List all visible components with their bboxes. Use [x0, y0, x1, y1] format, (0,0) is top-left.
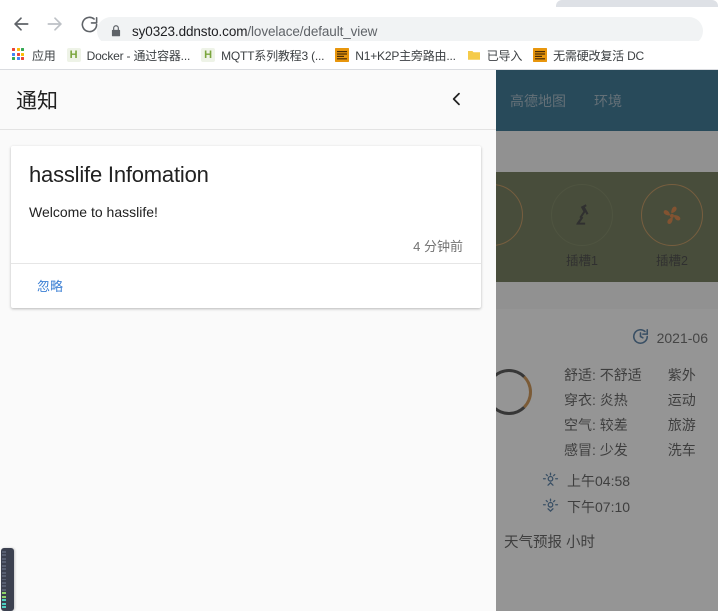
bookmark-n1k2p[interactable]: N1+K2P主旁路由...: [331, 44, 462, 66]
notification-card: hasslife Infomation Welcome to hasslife!…: [11, 146, 481, 308]
back-arrow-icon: [11, 14, 31, 34]
drawer-header: 通知: [0, 70, 496, 130]
url-text: sy0323.ddnsto.com/lovelace/default_view: [132, 24, 377, 39]
bookmark-label: Docker - 通过容器...: [86, 48, 191, 63]
bookmark-docker[interactable]: H Docker - 通过容器...: [63, 44, 197, 66]
drawer-title: 通知: [16, 89, 58, 113]
notification-body: hasslife Infomation Welcome to hasslife!…: [11, 146, 481, 263]
lock-icon: [109, 24, 123, 38]
url-host: sy0323.ddnsto.com: [132, 23, 248, 39]
modal-scrim[interactable]: [496, 70, 718, 611]
browser-tab[interactable]: [556, 0, 718, 7]
bookmarks-bar: 应用 H Docker - 通过容器... H MQTT系列教程3 (... N…: [0, 41, 718, 69]
bookmark-imported-folder[interactable]: 已导入: [463, 44, 529, 66]
hass-h-icon: H: [66, 48, 81, 62]
bookmark-label: 应用: [32, 48, 56, 63]
site-thumb-icon: [335, 48, 350, 62]
dismiss-button[interactable]: 忽略: [29, 276, 71, 295]
forward-button[interactable]: [38, 7, 72, 41]
notification-timestamp: 4 分钟前: [413, 239, 463, 254]
notification-drawer: 通知 hasslife Infomation Welcome to hassli…: [0, 70, 496, 611]
notification-title: hasslife Infomation: [29, 162, 209, 187]
site-thumb-icon: [533, 48, 548, 62]
forward-arrow-icon: [45, 14, 65, 34]
bookmark-dc[interactable]: 无需硬改复活 DC: [529, 44, 651, 66]
bookmark-mqtt[interactable]: H MQTT系列教程3 (...: [197, 44, 331, 66]
chevron-left-icon: [449, 91, 465, 112]
reload-icon: [80, 15, 99, 34]
bookmark-label: MQTT系列教程3 (...: [221, 48, 325, 63]
back-button[interactable]: [4, 7, 38, 41]
bookmark-apps[interactable]: 应用: [8, 44, 63, 66]
collapse-drawer-button[interactable]: [444, 88, 470, 114]
bookmark-label: 已导入: [486, 48, 523, 63]
screen: sy0323.ddnsto.com/lovelace/default_view …: [0, 0, 718, 611]
notification-actions: 忽略: [11, 264, 481, 308]
bookmark-label: N1+K2P主旁路由...: [355, 48, 456, 63]
edge-panel-widget[interactable]: [1, 548, 14, 611]
url-path: /lovelace/default_view: [247, 23, 378, 39]
edge-bars: [2, 551, 6, 608]
folder-icon: [467, 48, 481, 62]
browser-toolbar: sy0323.ddnsto.com/lovelace/default_view: [0, 7, 718, 45]
page-viewport: 高德地图 环境 3: [0, 70, 718, 611]
apps-grid-icon: [12, 48, 26, 62]
hass-h-icon: H: [201, 48, 216, 62]
notification-message: Welcome to hasslife!: [29, 204, 158, 220]
bookmark-label: 无需硬改复活 DC: [553, 48, 645, 63]
